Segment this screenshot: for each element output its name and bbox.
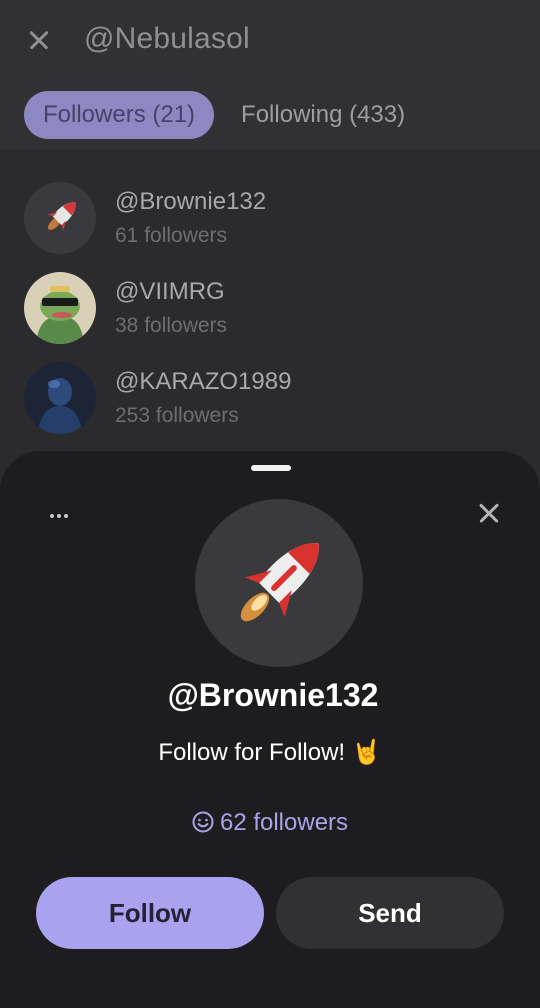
follower-count: 253 followers [115, 404, 239, 427]
tab-following[interactable]: Following (433) [222, 91, 424, 139]
profile-sheet: @Brownie132 Follow for Follow! 🤘 62 foll… [0, 451, 540, 1008]
dark-blue-figure-icon [38, 378, 82, 434]
avatar [24, 182, 96, 254]
close-sheet-icon[interactable] [478, 502, 500, 524]
profile-bio: Follow for Follow! 🤘 [158, 739, 382, 766]
close-icon[interactable] [28, 29, 50, 51]
send-button[interactable]: Send [276, 877, 504, 949]
more-options-icon[interactable] [50, 511, 72, 521]
user-name: @Brownie132 [115, 188, 267, 215]
profile-avatar [195, 499, 363, 667]
list-item[interactable]: @KARAZO1989 253 followers [24, 362, 524, 434]
top-bar: @Nebulasol Followers (21) Following (433… [0, 0, 540, 150]
avatar [24, 362, 96, 434]
tab-bar: Followers (21) Following (433) [24, 91, 424, 139]
rocket-icon [47, 202, 76, 231]
followers-stat-label: 62 followers [219, 809, 349, 836]
follower-count: 38 followers [115, 314, 228, 337]
user-name: @VIIMRG [115, 278, 225, 305]
page-title: @Nebulasol [84, 22, 250, 55]
profile-name: @Brownie132 [167, 677, 379, 713]
followers-stat[interactable]: 62 followers [0, 809, 540, 837]
rocket-icon [240, 543, 319, 622]
follower-count: 61 followers [115, 224, 228, 247]
user-name: @KARAZO1989 [115, 368, 292, 395]
list-item[interactable]: @Brownie132 61 followers [24, 182, 524, 254]
follow-button[interactable]: Follow [36, 877, 264, 949]
list-item[interactable]: @VIIMRG 38 followers [24, 272, 524, 344]
drag-handle[interactable] [251, 465, 291, 471]
smiley-icon [192, 811, 214, 833]
avatar [24, 272, 96, 344]
frog-sunglasses-icon [36, 286, 84, 344]
tab-followers[interactable]: Followers (21) [24, 91, 215, 139]
